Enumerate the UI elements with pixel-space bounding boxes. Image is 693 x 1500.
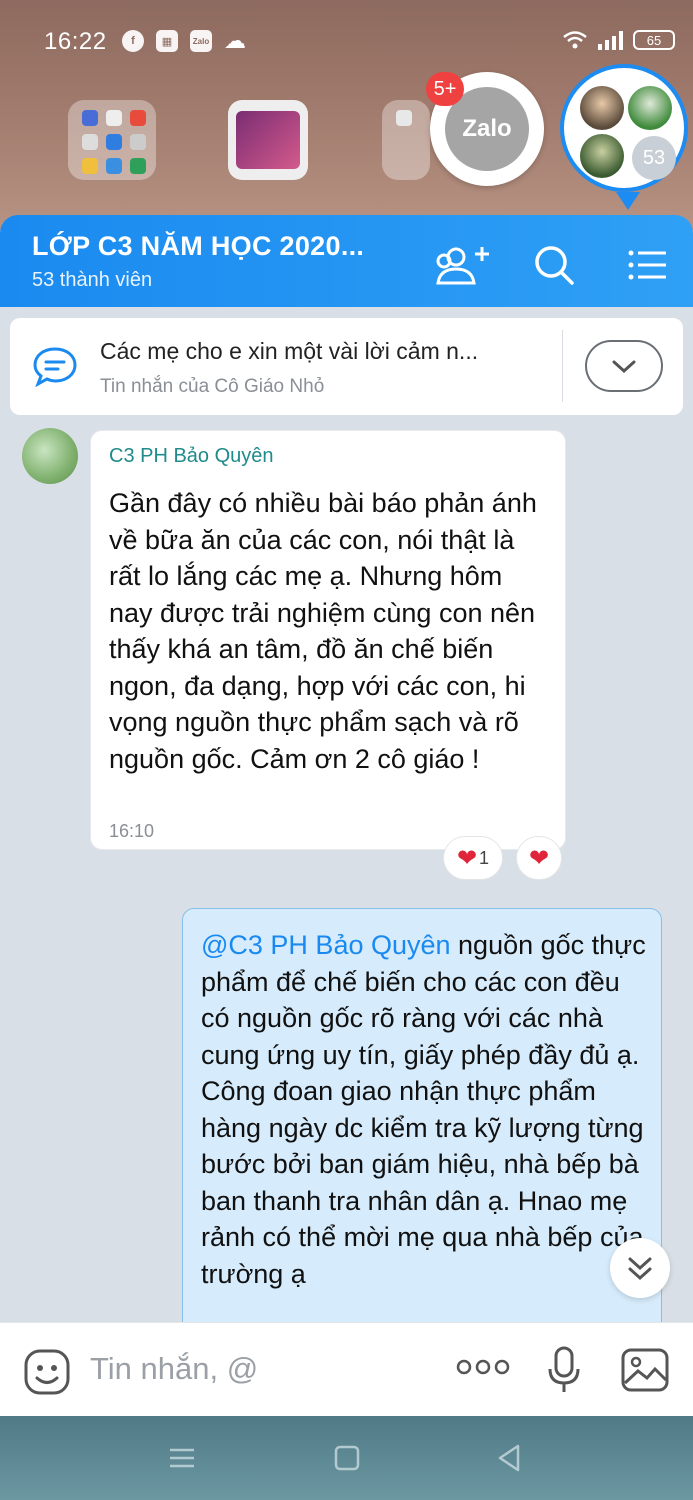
chevron-down-icon [612,360,636,374]
pinned-message[interactable]: Các mẹ cho e xin một vài lời cảm n... Ti… [10,318,683,415]
signal-icon [598,30,623,50]
app-folder-2[interactable] [382,100,430,180]
system-navigation-bar [0,1416,693,1500]
app-folder-1[interactable] [68,100,156,180]
message-input[interactable]: Tin nhắn, @ [90,1351,258,1387]
chat-header: LỚP C3 NĂM HỌC 2020... 53 thành viên [0,215,693,307]
group-chat-head[interactable]: 53 [560,64,688,210]
home-icon[interactable] [331,1442,363,1474]
microphone-icon[interactable] [546,1345,582,1395]
search-icon[interactable] [530,241,578,289]
double-chevron-down-icon [628,1257,652,1281]
scroll-to-bottom-button[interactable] [610,1238,670,1298]
heart-icon: ❤ [456,844,478,872]
member-avatar [628,86,672,130]
unread-badge: 5+ [426,72,464,106]
expand-pinned-button[interactable] [585,340,663,392]
heart-icon: ❤ [528,844,550,872]
add-member-icon[interactable] [430,241,496,289]
status-bar: 16:22 f ▦ Zalo ☁ 65 [0,0,693,84]
reaction-count: 1 [479,847,490,868]
reply-text: @C3 PH Bảo Quyên nguồn gốc thực phẩm để … [201,927,653,1292]
message-text: Gần đây có nhiều bài báo phản ánh về bữa… [109,488,537,774]
facebook-icon: f [122,30,144,52]
wifi-icon [563,31,587,49]
status-time: 16:22 [44,28,107,55]
sender-avatar[interactable] [22,428,78,484]
cloud-icon: ☁ [224,28,246,53]
back-icon[interactable] [494,1442,526,1474]
pinned-author: Tin nhắn của Cô Giáo Nhỏ [100,376,325,397]
chat-bubble-icon [33,347,77,388]
react-button[interactable]: ❤ [516,836,562,880]
member-count-badge: 53 [632,136,676,180]
system-status: 65 [562,30,675,50]
reply-body-text: nguồn gốc thực phẩm để chế biến cho các … [201,930,646,1289]
member-count: 53 thành viên [32,269,153,291]
emoji-icon[interactable] [22,1347,72,1397]
more-icon[interactable] [456,1357,510,1377]
member-avatar [580,134,624,178]
pinned-text: Các mẹ cho e xin một vài lời cảm n... [100,338,479,364]
message-time: 16:10 [109,821,155,841]
sender-name[interactable]: C3 PH Bảo Quyên [109,445,274,468]
calculator-icon: ▦ [156,30,178,52]
incoming-message[interactable]: C3 PH Bảo Quyên Gần đây có nhiều bài báo… [90,430,566,850]
mention-link[interactable]: @C3 PH Bảo Quyên [201,930,451,960]
gallery-app-icon[interactable] [228,100,308,180]
recents-icon[interactable] [166,1442,198,1474]
menu-icon[interactable] [624,241,672,289]
battery-indicator: 65 [633,30,675,50]
reaction-summary[interactable]: ❤ 1 [443,836,503,880]
home-wallpaper: 16:22 f ▦ Zalo ☁ 65 Zalo 5+ 53 [0,0,693,230]
member-avatar [580,86,624,130]
outgoing-message[interactable]: @C3 PH Bảo Quyên nguồn gốc thực phẩm để … [182,908,662,1338]
divider [562,330,563,402]
message-input-bar: Tin nhắn, @ [0,1322,693,1416]
zalo-icon: Zalo [190,30,212,52]
image-icon[interactable] [620,1347,670,1393]
notification-icons: f ▦ Zalo ☁ [122,28,246,53]
group-title[interactable]: LỚP C3 NĂM HỌC 2020... [32,231,364,262]
